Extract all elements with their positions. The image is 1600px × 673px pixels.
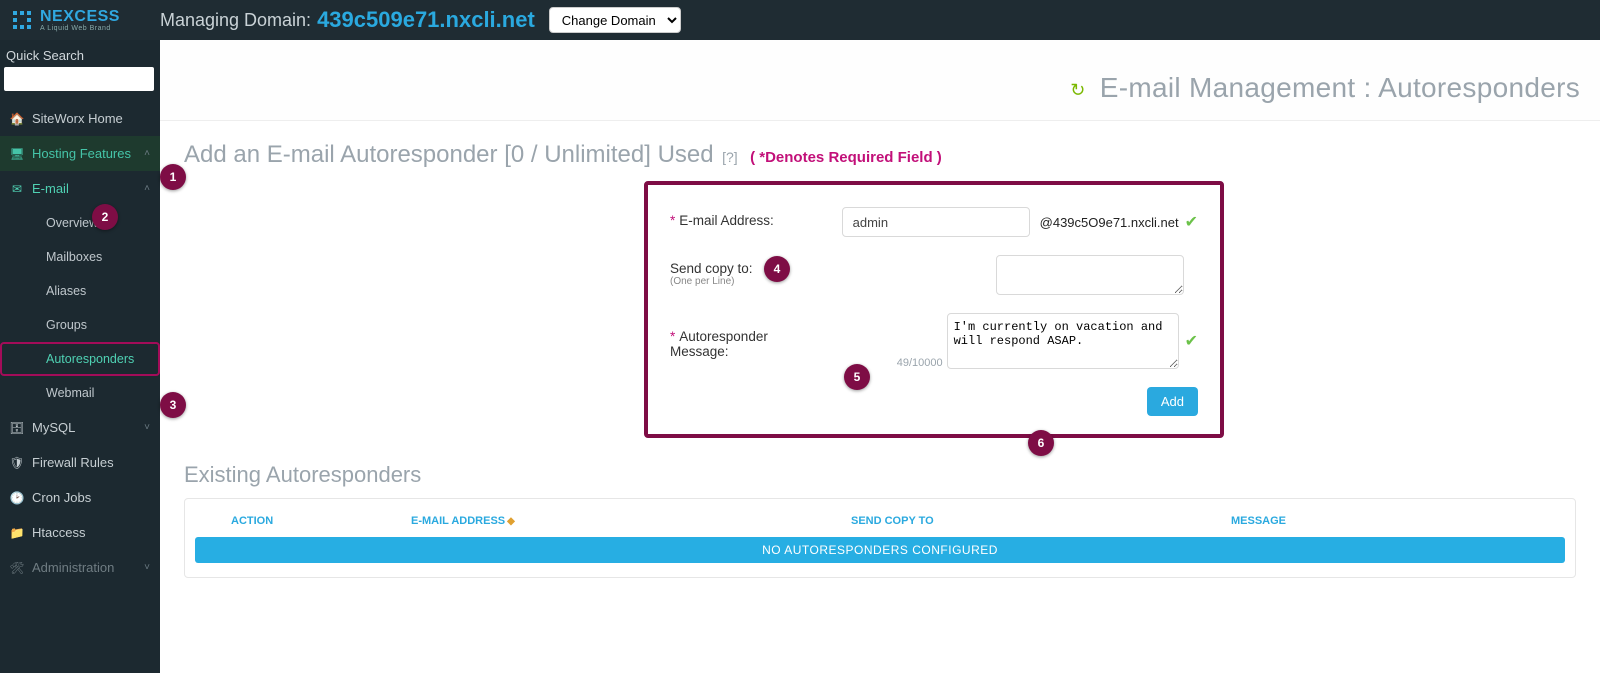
- sidebar-item-label: MySQL: [32, 420, 75, 435]
- send-copy-textarea[interactable]: [996, 255, 1184, 295]
- empty-state: NO AUTORESPONDERS CONFIGURED: [195, 537, 1565, 563]
- sidebar-item-label: Mailboxes: [46, 250, 102, 264]
- required-field-note: ( *Denotes Required Field ): [750, 149, 942, 166]
- nexcess-logo-icon: [10, 8, 34, 32]
- email-address-label: *E-mail Address:: [670, 207, 842, 228]
- sidebar-item-label: Cron Jobs: [32, 490, 91, 505]
- managing-domain-label: Managing Domain:: [160, 10, 311, 31]
- send-copy-row: Send copy to: (One per Line): [670, 255, 1198, 295]
- sidebar-item-autoresponders[interactable]: Autoresponders: [0, 342, 160, 376]
- step-badge-5: 5: [844, 364, 870, 390]
- valid-check-icon: ✔: [1185, 212, 1198, 232]
- sort-icon: ◆: [507, 516, 515, 527]
- sidebar-item-aliases[interactable]: Aliases: [0, 274, 160, 308]
- database-icon: 🗄: [10, 421, 24, 435]
- sidebar-item-label: Hosting Features: [32, 146, 131, 161]
- message-row: *Autoresponder Message: 49/10000 ✔: [670, 313, 1198, 369]
- add-button[interactable]: Add: [1147, 387, 1198, 416]
- change-domain-select[interactable]: Change Domain: [549, 7, 681, 33]
- form-title: Add an E-mail Autoresponder [0 / Unlimit…: [184, 141, 714, 168]
- message-textarea[interactable]: [947, 313, 1179, 369]
- char-count: 49/10000: [897, 357, 943, 369]
- brand-name: NEXCESS: [40, 9, 120, 25]
- envelope-icon: ✉: [10, 182, 24, 196]
- home-icon: 🏠: [10, 112, 24, 126]
- shield-icon: 🛡: [10, 456, 24, 470]
- sidebar-item-mysql[interactable]: 🗄 MySQL ˅: [0, 410, 160, 445]
- existing-title: Existing Autoresponders: [184, 462, 1576, 488]
- sidebar-item-label: E-mail: [32, 181, 69, 196]
- col-copy[interactable]: SEND COPY TO: [851, 515, 1231, 527]
- brand-tagline: A Liquid Web Brand: [40, 25, 120, 32]
- sidebar-item-label: Aliases: [46, 284, 86, 298]
- sidebar-item-hosting-features[interactable]: 🖥 Hosting Features ˄: [0, 136, 160, 171]
- quick-search-label: Quick Search: [0, 40, 160, 67]
- sidebar-item-webmail[interactable]: Webmail: [0, 376, 160, 410]
- folder-icon: 📁: [10, 526, 24, 540]
- sidebar-item-label: Autoresponders: [46, 352, 134, 366]
- sidebar-item-label: Webmail: [46, 386, 94, 400]
- sidebar-item-mailboxes[interactable]: Mailboxes: [0, 240, 160, 274]
- email-submenu: Overview Mailboxes Aliases Groups Autore…: [0, 206, 160, 410]
- sidebar-item-label: Firewall Rules: [32, 455, 114, 470]
- table-header: ACTION E-MAIL ADDRESS◆ SEND COPY TO MESS…: [195, 509, 1565, 537]
- step-badge-6: 6: [1028, 430, 1054, 456]
- topbar: NEXCESS A Liquid Web Brand Managing Doma…: [0, 0, 1600, 40]
- valid-check-icon: ✔: [1185, 331, 1198, 351]
- form-actions: Add: [670, 387, 1198, 416]
- email-domain-suffix: @439c5O9e71.nxcli.net: [1040, 215, 1179, 230]
- sidebar-item-cron[interactable]: 🕑 Cron Jobs: [0, 480, 160, 515]
- sidebar-item-administration[interactable]: 🛠 Administration ˅: [0, 550, 160, 585]
- managing-domain-value: 439c509e71.nxcli.net: [317, 7, 535, 33]
- message-label: *Autoresponder Message:: [670, 323, 817, 359]
- sidebar-item-firewall[interactable]: 🛡 Firewall Rules: [0, 445, 160, 480]
- clock-icon: 🕑: [10, 491, 24, 505]
- chevron-up-icon: ˄: [144, 148, 150, 159]
- sidebar-item-label: Htaccess: [32, 525, 85, 540]
- step-badge-4: 4: [764, 256, 790, 282]
- sidebar-item-label: Administration: [32, 560, 114, 575]
- sidebar-item-overview[interactable]: Overview: [0, 206, 160, 240]
- refresh-icon[interactable]: ↻: [1070, 80, 1085, 100]
- sidebar: Quick Search 🏠 SiteWorx Home 🖥 Hosting F…: [0, 40, 160, 673]
- page-header: ↻ E-mail Management : Autoresponders: [160, 40, 1600, 121]
- step-badge-2: 2: [92, 204, 118, 230]
- sidebar-item-label: SiteWorx Home: [32, 111, 123, 126]
- sidebar-item-groups[interactable]: Groups: [0, 308, 160, 342]
- sidebar-item-home[interactable]: 🏠 SiteWorx Home: [0, 101, 160, 136]
- step-badge-3: 3: [160, 392, 186, 418]
- sidebar-item-email[interactable]: ✉ E-mail ˄: [0, 171, 160, 206]
- chevron-down-icon: ˅: [144, 422, 150, 433]
- autoresponder-form: *E-mail Address: @439c5O9e71.nxcli.net ✔…: [644, 181, 1224, 438]
- chevron-down-icon: ˅: [144, 562, 150, 573]
- step-badge-1: 1: [160, 164, 186, 190]
- existing-table: ACTION E-MAIL ADDRESS◆ SEND COPY TO MESS…: [184, 498, 1576, 578]
- send-copy-hint: (One per Line): [670, 276, 860, 287]
- tools-icon: 🛠: [10, 561, 24, 575]
- col-action[interactable]: ACTION: [201, 515, 411, 527]
- help-link[interactable]: [?]: [722, 149, 738, 165]
- page-title-text: E-mail Management : Autoresponders: [1100, 72, 1580, 103]
- brand-logo[interactable]: NEXCESS A Liquid Web Brand: [0, 0, 130, 40]
- sidebar-item-htaccess[interactable]: 📁 Htaccess: [0, 515, 160, 550]
- sidebar-item-label: Groups: [46, 318, 87, 332]
- content-area: Add an E-mail Autoresponder [0 / Unlimit…: [160, 121, 1600, 598]
- monitor-icon: 🖥: [10, 147, 24, 161]
- sidebar-item-label: Overview: [46, 216, 98, 230]
- col-email[interactable]: E-MAIL ADDRESS◆: [411, 515, 851, 527]
- chevron-up-icon: ˄: [144, 183, 150, 194]
- quick-search-input[interactable]: [4, 67, 154, 91]
- col-message[interactable]: MESSAGE: [1231, 515, 1559, 527]
- email-address-input[interactable]: [842, 207, 1030, 237]
- page-title: ↻ E-mail Management : Autoresponders: [180, 72, 1580, 104]
- email-address-row: *E-mail Address: @439c5O9e71.nxcli.net ✔: [670, 207, 1198, 237]
- main-content: ↻ E-mail Management : Autoresponders Add…: [160, 40, 1600, 673]
